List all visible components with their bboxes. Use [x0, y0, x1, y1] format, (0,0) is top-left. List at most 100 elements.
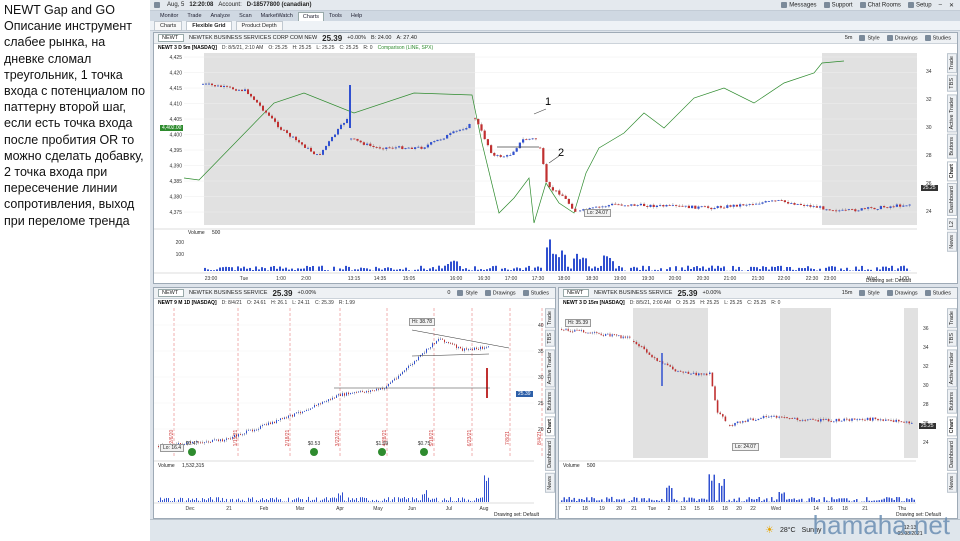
br-early-candle: [627, 336, 629, 338]
tab-tbs[interactable]: TBS: [946, 330, 957, 347]
volume-bar: [314, 499, 315, 502]
volume-bar: [864, 270, 866, 271]
volume-bar: [609, 257, 611, 271]
left-axis-label: 4,380: [169, 195, 182, 201]
tab-chart[interactable]: Chart: [946, 160, 957, 182]
intraday-chart-canvas[interactable]: 363432302826241718192021Tue2131516182022…: [559, 288, 958, 519]
x-axis-label: 18: [582, 506, 588, 512]
menu-monitor[interactable]: Monitor: [156, 12, 182, 20]
br-early-candle: [583, 330, 585, 333]
account-value[interactable]: D-18577800 (canadian): [247, 2, 312, 8]
br-early-candle: [574, 329, 576, 332]
tab-trade[interactable]: Trade: [544, 308, 555, 329]
menu-help[interactable]: Help: [347, 12, 366, 20]
daily-candle: [340, 394, 341, 397]
volume-bar: [751, 498, 753, 502]
br-early-candle: [605, 334, 607, 336]
support-button[interactable]: Support: [823, 1, 853, 8]
setup-button[interactable]: Setup: [907, 1, 932, 8]
close-icon[interactable]: ✕: [949, 2, 954, 9]
drawing-set[interactable]: Drawing set: Default: [866, 278, 911, 283]
daily-chart-canvas[interactable]: 12/6/20 1/15/21 2/18/21 3/22/21 4/28/21 5/18/…: [154, 288, 556, 519]
volume-bar: [786, 266, 788, 271]
volume-bar: [204, 267, 206, 271]
menu-marketwatch[interactable]: MarketWatch: [257, 12, 297, 20]
messages-button[interactable]: Messages: [781, 1, 817, 8]
daily-candle: [452, 343, 453, 345]
volume-bar: [771, 266, 773, 271]
x-axis-label: 17: [565, 506, 571, 512]
tab-trade[interactable]: Trade: [946, 308, 957, 329]
tab-chart[interactable]: Chart: [544, 415, 555, 437]
menu-charts[interactable]: Charts: [297, 11, 325, 21]
menu-trade[interactable]: Trade: [183, 12, 205, 20]
chat-rooms-button[interactable]: Chat Rooms: [859, 1, 901, 8]
tab-tbs[interactable]: TBS: [544, 330, 555, 347]
volume-bar: [447, 264, 449, 271]
volume-bar: [297, 268, 299, 271]
tab-buttons[interactable]: Buttons: [946, 134, 957, 159]
minimize-button[interactable]: –: [939, 2, 942, 8]
tab-l2[interactable]: L2: [946, 218, 957, 231]
tab-buttons[interactable]: Buttons: [544, 389, 555, 414]
daily-candle: [344, 393, 345, 396]
tab-news[interactable]: News: [544, 473, 555, 493]
x-axis-label: Jul: [446, 506, 452, 512]
daily-candle: [350, 392, 351, 395]
daily-candle: [384, 388, 385, 390]
top-chart-canvas[interactable]: 4,425 4,420 4,415 4,410 4,405 4,400 4,395 4,390…: [154, 33, 958, 284]
menu-analyze[interactable]: Analyze: [207, 12, 235, 20]
volume-bar: [708, 474, 710, 502]
daily-candle: [400, 374, 401, 376]
volume-bar: [272, 497, 273, 502]
tab-active-trader[interactable]: Active Trader: [946, 93, 957, 133]
volume-bar: [310, 500, 311, 502]
subtab-charts[interactable]: Charts: [154, 20, 183, 31]
right-axis-label: 40: [538, 323, 544, 329]
subtab-product-depth[interactable]: Product Depth: [235, 20, 283, 31]
daily-candle: [220, 439, 221, 442]
volume-bar: [332, 497, 333, 502]
tab-chart[interactable]: Chart: [946, 415, 957, 437]
volume-bar: [732, 265, 734, 271]
x-axis-label: Wed: [771, 506, 781, 512]
daily-candle: [378, 388, 379, 390]
time-label: 12:20:08: [189, 2, 214, 8]
x-axis-label: 19: [599, 506, 605, 512]
tab-dashboard[interactable]: Dashboard: [946, 438, 957, 472]
price-breakdown-pre-candle: [486, 139, 489, 146]
br-late-candle: [822, 419, 825, 420]
br-day2-candle: [653, 357, 656, 359]
menu-tools[interactable]: Tools: [325, 12, 346, 20]
br-late-candle: [768, 416, 770, 418]
tab-active-trader[interactable]: Active Trader: [544, 348, 555, 388]
volume-bar: [669, 267, 671, 271]
tab-dashboard[interactable]: Dashboard: [946, 183, 957, 217]
daily-candle: [464, 348, 465, 351]
menu-scan[interactable]: Scan: [235, 12, 256, 20]
x-axis-label: 15: [694, 506, 700, 512]
x-axis-label: 17:30: [532, 276, 545, 282]
tab-news[interactable]: News: [946, 232, 957, 253]
tab-buttons[interactable]: Buttons: [946, 389, 957, 414]
tab-news[interactable]: News: [946, 473, 957, 493]
volume-bar: [888, 267, 890, 271]
volume-bar: [426, 490, 427, 502]
tab-trade[interactable]: Trade: [946, 53, 957, 74]
br-late-candle: [794, 417, 796, 419]
volume-bar: [300, 499, 301, 502]
tab-tbs[interactable]: TBS: [946, 75, 957, 92]
tab-active-trader[interactable]: Active Trader: [946, 348, 957, 388]
volume-bar: [561, 250, 563, 271]
volume-bar: [721, 485, 723, 502]
br-late-candle: [840, 420, 843, 422]
volume-bar: [210, 270, 212, 271]
tab-dashboard[interactable]: Dashboard: [544, 438, 555, 472]
volume-bar: [348, 266, 350, 271]
volume-bar: [476, 497, 477, 502]
drawing-set[interactable]: Drawing set: Default: [494, 512, 539, 518]
subtab-flexible-grid[interactable]: Flexible Grid: [186, 20, 232, 31]
volume-bar: [738, 497, 740, 502]
br-early-candle: [589, 332, 591, 334]
price-late-candle: [694, 205, 697, 209]
